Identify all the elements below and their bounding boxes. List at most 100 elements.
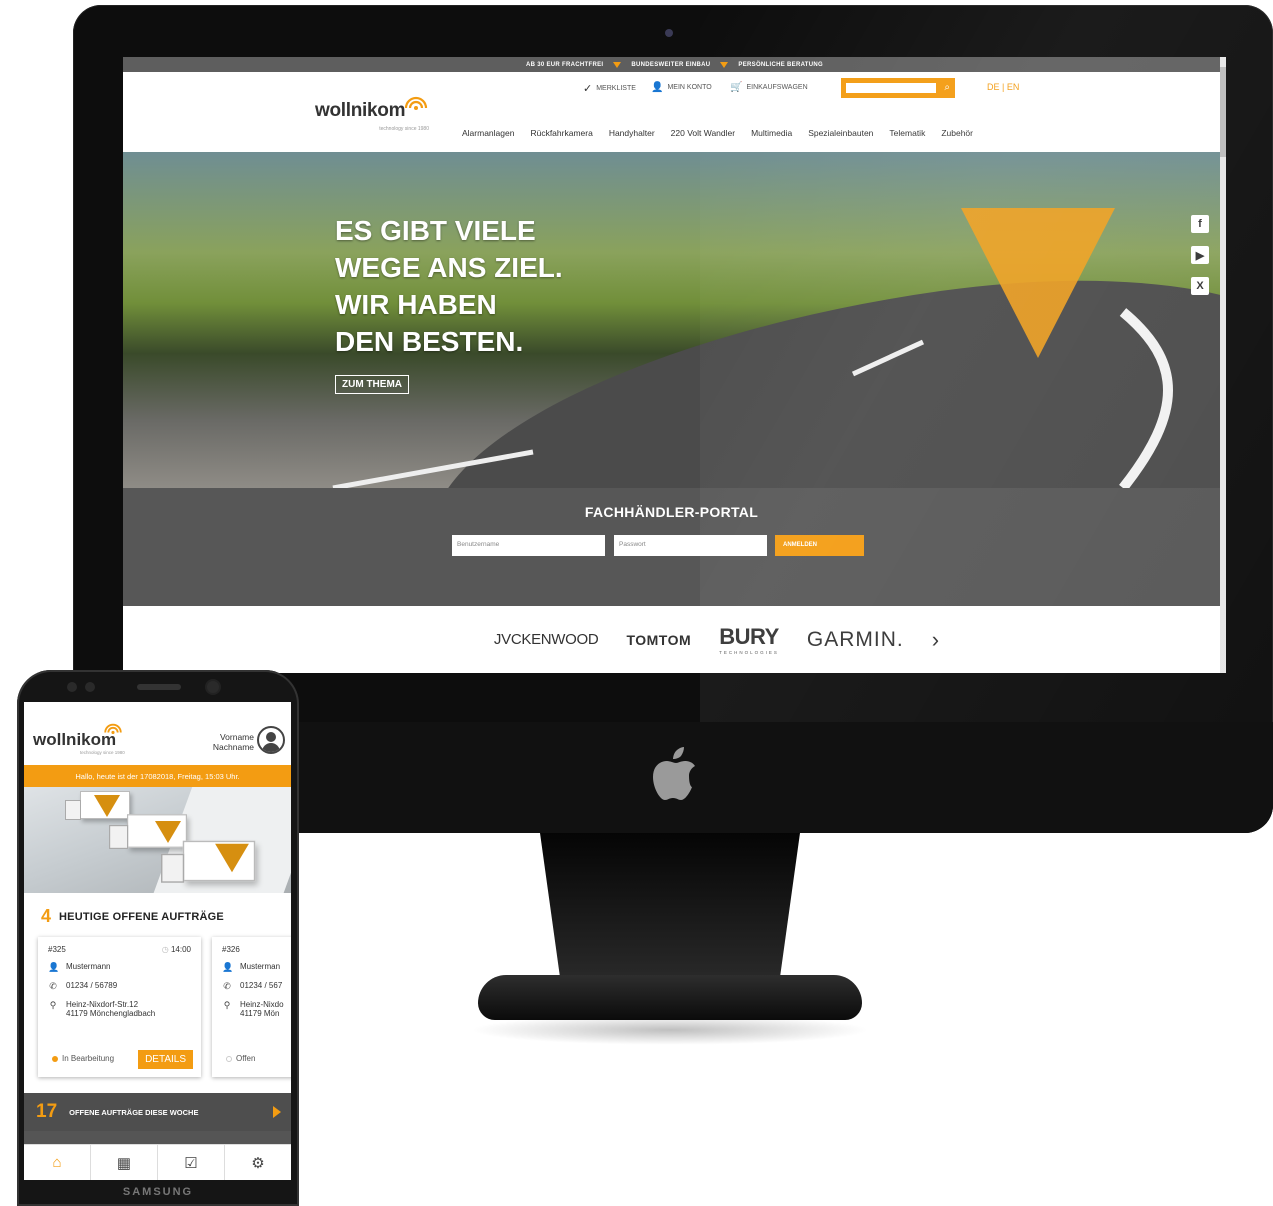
brand-garmin[interactable]: GARMIN. [807,628,904,652]
hero-headline: ES GIBT VIELE WEGE ANS ZIEL. WIR HABEN D… [335,212,655,360]
signal-icon [404,96,428,110]
clipboard-check-icon: ☑ [184,1154,198,1172]
nav-item-spezialeinbauten[interactable]: Spezialeinbauten [808,128,873,138]
youtube-icon[interactable]: ▶ [1191,246,1209,264]
address-city: 41179 Mönchengladbach [66,1009,156,1018]
chevron-right-icon[interactable]: › [932,627,939,653]
social-links: f ▶ X [1191,215,1209,295]
phone-brand: SAMSUNG [122,1186,194,1198]
bottom-tab-bar: ⌂ ▦ ☑ ⚙ [24,1144,291,1180]
status-label: In Bearbeitung [62,1054,115,1063]
gear-icon: ⚙ [251,1154,265,1172]
arrow-right-icon [273,1106,281,1118]
greeting-bar: Hallo, heute ist der 17082018, Freitag, … [24,765,291,787]
week-orders-label: OFFENE AUFTRÄGE DIESE WOCHE [69,1107,199,1117]
search-input[interactable] [846,83,936,93]
tab-calendar[interactable]: ▦ [91,1145,158,1180]
account-link[interactable]: 👤 MEIN KONTO [651,82,712,93]
nav-item-zubehoer[interactable]: Zubehör [941,128,973,138]
nav-item-handyhalter[interactable]: Handyhalter [609,128,655,138]
avatar[interactable] [257,726,285,754]
password-input[interactable]: Passwort [614,535,767,556]
cart-icon: 🛒 [730,82,743,93]
page-scrollbar[interactable] [1220,57,1226,673]
cart-link[interactable]: 🛒 EINKAUFSWAGEN [730,82,808,93]
home-icon: ⌂ [52,1154,62,1171]
phone-screen: wollnikom technology since 1980 Vorname … [24,702,291,1180]
nav-item-volt-wandler[interactable]: 220 Volt Wandler [671,128,735,138]
tab-tasks[interactable]: ☑ [158,1145,225,1180]
site-header: ✓ MERKLISTE 👤 MEIN KONTO 🛒 EINKAUFSWAGEN… [123,72,1226,152]
search-icon[interactable]: ⌕ [944,82,950,93]
status-dot-icon [52,1055,58,1062]
logo-tagline: technology since 1980 [379,126,429,132]
user-icon: 👤 [48,962,60,972]
order-phone: ✆ 01234 / 56789 [48,981,191,992]
user-last-name: Nachname [212,742,254,752]
tab-settings[interactable]: ⚙ [225,1145,291,1180]
order-card[interactable]: #325 ◷ 14:00 👤 Mustermann ✆ 01234 / 56789 … [38,937,201,1077]
location-pin-icon: ⚲ [49,1000,57,1010]
hero-line-3: WIR HABEN [335,289,497,320]
address-city: 41179 Mön [240,1009,280,1018]
hero-banner: ES GIBT VIELE WEGE ANS ZIEL. WIR HABEN D… [123,152,1220,488]
next-summary-bar [24,1131,291,1144]
app-logo[interactable]: wollnikom [33,730,116,750]
login-button[interactable]: ANMELDEN [775,535,864,556]
main-nav: Alarmanlagen Rückfahrkamera Handyhalter … [462,128,973,138]
order-id: #326 [222,945,240,954]
brand-bury[interactable]: BURY TECHNOLOGIES [719,624,779,655]
brand-bury-sub: TECHNOLOGIES [719,650,779,655]
calendar-icon: ▦ [116,1154,132,1172]
phone-sensor [67,682,77,692]
site-logo[interactable]: wollnikom technology since 1980 [315,96,435,140]
facebook-icon[interactable]: f [1191,215,1209,233]
wishlist-label: MERKLISTE [596,85,636,92]
benefit-advice: PERSÖNLICHE BERATUNG [738,61,823,68]
nav-item-telematik[interactable]: Telematik [889,128,925,138]
desktop-screen: AB 30 EUR FRACHTFREI BUNDESWEITER EINBAU… [123,57,1226,673]
order-customer: 👤 Musterman [222,962,291,973]
cart-label: EINKAUFSWAGEN [746,84,808,91]
imac-stand-neck [540,833,800,983]
benefit-install: BUNDESWEITER EINBAU [631,61,711,68]
order-time-value: 14:00 [170,945,191,954]
hero-line-2: WEGE ANS ZIEL. [335,252,563,283]
language-switch[interactable]: DE | EN [987,82,1019,92]
details-button[interactable]: DETAILS [138,1050,193,1069]
customer-phone[interactable]: 01234 / 567 [240,981,282,990]
customer-phone[interactable]: 01234 / 56789 [66,981,117,990]
brand-triangle-shape [155,821,181,843]
nav-item-multimedia[interactable]: Multimedia [751,128,792,138]
username-input[interactable]: Benutzername [452,535,605,556]
hero-cta-button[interactable]: ZUM THEMA [335,375,409,394]
brand-carousel: JVCKENWOOD TOMTOM BURY TECHNOLOGIES GARM… [123,606,1220,673]
brand-tomtom[interactable]: TOMTOM [626,632,691,648]
brand-jvckenwood[interactable]: JVCKENWOOD [494,631,599,648]
app-logo-tagline: technology since 1980 [80,750,125,755]
wishlist-link[interactable]: ✓ MERKLISTE [583,82,636,95]
order-card[interactable]: #326 👤 Musterman ✆ 01234 / 567 ⚲ Heinz-Nix… [212,937,291,1077]
top-benefits-bar: AB 30 EUR FRACHTFREI BUNDESWEITER EINBAU… [123,57,1226,72]
today-orders-label: HEUTIGE OFFENE AUFTRÄGE [59,910,224,923]
user-name: Vorname Nachname [174,732,254,752]
phone-icon: ✆ [49,981,57,991]
phone-icon: ✆ [223,981,231,991]
week-orders-count: 17 [36,1101,58,1122]
hero-line-1: ES GIBT VIELE [335,215,536,246]
nav-item-rueckfahrkamera[interactable]: Rückfahrkamera [530,128,592,138]
order-status: In Bearbeitung [52,1054,114,1063]
nav-item-alarmanlagen[interactable]: Alarmanlagen [462,128,514,138]
tab-home[interactable]: ⌂ [24,1145,91,1180]
hero-line-4: DEN BESTEN. [335,326,524,357]
scrollbar-thumb[interactable] [1220,67,1226,157]
xing-icon[interactable]: X [1191,277,1209,295]
phone-camera [207,681,219,693]
triangle-icon [720,61,729,68]
apple-logo-icon [653,747,695,800]
order-card-header: #325 ◷ 14:00 [48,945,191,954]
clock-icon: ◷ [161,945,171,954]
brand-triangle-shape [961,208,1115,358]
week-orders-bar[interactable]: 17 OFFENE AUFTRÄGE DIESE WOCHE [24,1093,291,1131]
order-address: ⚲ Heinz-Nixdo 41179 Mön [222,1000,291,1018]
